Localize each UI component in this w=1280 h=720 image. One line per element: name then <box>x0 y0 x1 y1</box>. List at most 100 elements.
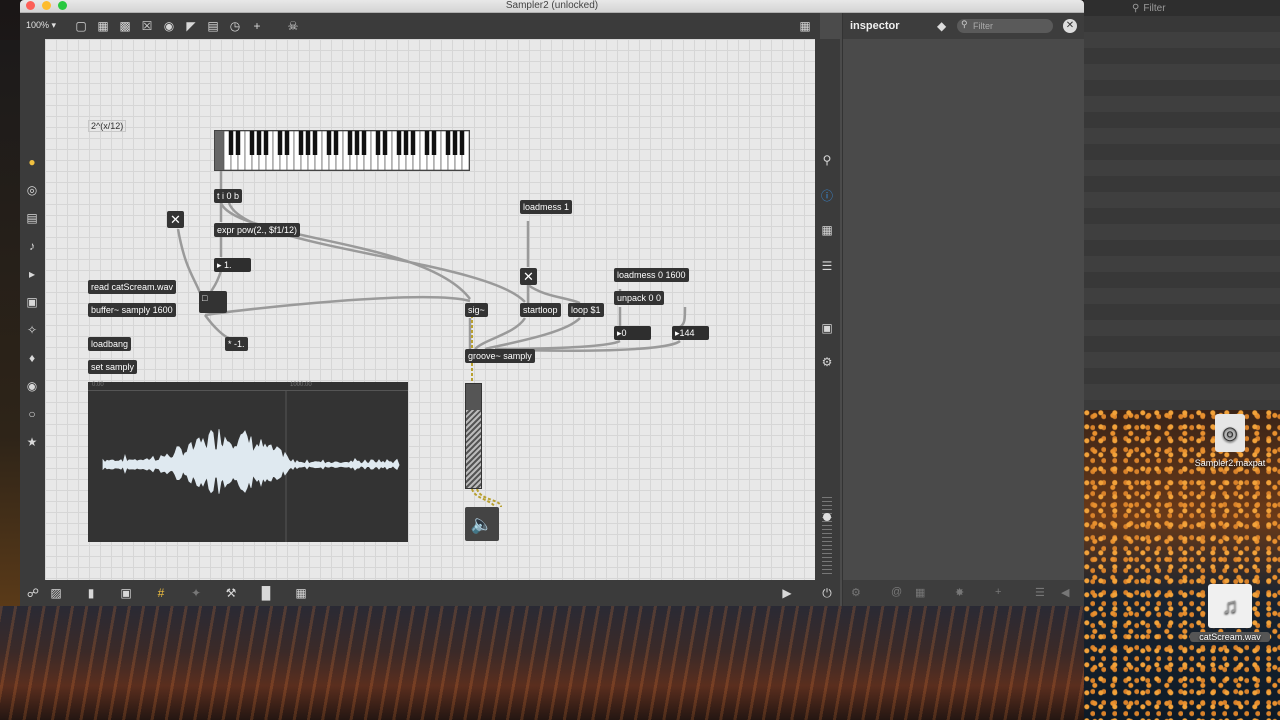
grid-toggle-icon[interactable]: # <box>154 586 168 600</box>
music-note-icon[interactable]: ♪ <box>25 239 39 253</box>
unpack-object[interactable]: unpack 0 0 <box>614 291 665 305</box>
black-key[interactable] <box>424 131 430 155</box>
star-icon[interactable]: ★ <box>25 435 39 449</box>
keyboard-icon[interactable]: █ <box>259 586 273 600</box>
comment-icon[interactable]: ▩ <box>118 19 132 33</box>
reference-icon[interactable]: ▦ <box>820 223 834 237</box>
black-key[interactable] <box>263 131 269 155</box>
presentation-icon[interactable]: ▨ <box>49 586 63 600</box>
snap-icon[interactable]: ✦ <box>189 586 203 600</box>
volume-knob[interactable] <box>823 513 831 521</box>
at-icon[interactable]: @ <box>891 586 902 598</box>
groove-object[interactable]: groove~ samply <box>465 349 535 363</box>
black-key[interactable] <box>284 131 290 155</box>
black-key[interactable] <box>431 131 437 155</box>
list-icon[interactable]: ☰ <box>820 259 834 273</box>
plugin-icon[interactable]: ○ <box>25 407 39 421</box>
lock-icon[interactable]: ☍ <box>26 586 40 600</box>
grid-icon[interactable]: ▦ <box>798 19 812 33</box>
new-object-icon[interactable]: ▢ <box>74 19 88 33</box>
attrui-icon[interactable]: ▦ <box>915 586 925 599</box>
close-icon[interactable]: ✕ <box>1063 19 1077 33</box>
layers-icon[interactable]: ▣ <box>119 586 133 600</box>
paperclip-icon[interactable]: ✧ <box>25 323 39 337</box>
buffer-object[interactable]: buffer~ samply 1600 <box>88 303 176 317</box>
read-message[interactable]: read catScream.wav <box>88 280 177 294</box>
black-key[interactable] <box>396 131 402 155</box>
loadbang-object[interactable]: loadbang <box>88 337 132 351</box>
vst-icon[interactable]: ◉ <box>25 379 39 393</box>
camera-icon[interactable]: ▣ <box>820 321 834 335</box>
speaker-dac-icon[interactable]: 🔈 <box>465 507 499 541</box>
sig-object[interactable]: sig~ <box>465 303 488 317</box>
gear-icon[interactable]: ✸ <box>955 586 964 599</box>
multiply-object[interactable]: * -1. <box>225 337 248 351</box>
patcher-canvas[interactable]: 2^(x/12) t i 0 b expr pow(2., $f1/12) ▸ … <box>45 39 815 580</box>
black-key[interactable] <box>347 131 353 155</box>
toggle-icon[interactable]: ☒ <box>140 19 154 33</box>
toggle-loop[interactable]: ✕ <box>520 268 537 285</box>
loop-message[interactable]: loop $1 <box>568 303 604 317</box>
exponent-comment[interactable]: 2^(x/12) <box>88 120 127 132</box>
black-key[interactable] <box>298 131 304 155</box>
toggle-left[interactable]: ✕ <box>167 211 184 228</box>
loop-start-number[interactable]: ▸0 <box>614 326 651 340</box>
desktop-file-catscream[interactable]: ♫ catScream.wav <box>1190 584 1270 642</box>
black-key[interactable] <box>459 131 465 155</box>
message-box-icon[interactable]: ▦ <box>96 19 110 33</box>
menu-icon[interactable]: ☰ <box>1035 586 1045 599</box>
black-key[interactable] <box>326 131 332 155</box>
puzzle-icon[interactable]: ♦ <box>25 351 39 365</box>
background-filter-bar[interactable]: ⚲ Filter <box>1084 0 1280 16</box>
volume-slider[interactable] <box>822 497 832 577</box>
add-icon[interactable]: + <box>995 586 1001 598</box>
startloop-message[interactable]: startloop <box>520 303 561 317</box>
pin-icon[interactable]: ◆ <box>937 19 946 33</box>
desktop-file-sampler2[interactable]: ◎ Sampler2.maxpat <box>1188 414 1272 468</box>
black-key[interactable] <box>277 131 283 155</box>
wrench-icon[interactable]: ⚒ <box>224 586 238 600</box>
image-icon[interactable]: ▣ <box>25 295 39 309</box>
black-key[interactable] <box>312 131 318 155</box>
black-key[interactable] <box>375 131 381 155</box>
media-icon[interactable]: ▤ <box>25 211 39 225</box>
set-message[interactable]: set samply <box>88 360 138 374</box>
zoom-level[interactable]: 100% ▾ <box>26 20 56 31</box>
button-icon[interactable]: ◉ <box>162 19 176 33</box>
transport-icon[interactable]: ▶ <box>780 586 794 600</box>
expr-object[interactable]: expr pow(2., $f1/12) <box>214 223 301 237</box>
black-key[interactable] <box>354 131 360 155</box>
float-number-box[interactable]: ▸ 1. <box>214 258 251 272</box>
paint-bucket-icon[interactable]: ☠ <box>286 19 300 33</box>
add-icon[interactable]: + <box>250 19 264 33</box>
black-key[interactable] <box>452 131 458 155</box>
black-key[interactable] <box>361 131 367 155</box>
debug-icon[interactable]: ▦ <box>294 586 308 600</box>
mixer-icon[interactable]: ⚙ <box>820 355 834 369</box>
number-icon[interactable]: ◤ <box>184 19 198 33</box>
black-key[interactable] <box>228 131 234 155</box>
black-key[interactable] <box>403 131 409 155</box>
black-key[interactable] <box>382 131 388 155</box>
inspector-filter-input[interactable]: Filter <box>957 19 1053 33</box>
black-key[interactable] <box>305 131 311 155</box>
search-icon[interactable]: ⚲ <box>820 153 834 167</box>
black-key[interactable] <box>333 131 339 155</box>
loadmess-range-object[interactable]: loadmess 0 1600 <box>614 268 689 282</box>
loadmess-1-object[interactable]: loadmess 1 <box>520 200 573 214</box>
black-key[interactable] <box>445 131 451 155</box>
sequencer-icon[interactable]: ▸ <box>25 267 39 281</box>
title-bar[interactable]: Sampler2 (unlocked) <box>20 0 1084 13</box>
waveform-display[interactable]: 0.00 1000.00 <box>88 382 408 542</box>
settings-icon[interactable]: ⚙ <box>851 586 861 599</box>
black-key[interactable] <box>235 131 241 155</box>
black-key[interactable] <box>256 131 262 155</box>
kslider-keyboard[interactable] <box>214 130 470 171</box>
waveform-toggle-box[interactable]: □ <box>199 291 227 313</box>
black-key[interactable] <box>249 131 255 155</box>
dial-icon[interactable]: ◷ <box>228 19 242 33</box>
info-icon[interactable]: ⓘ <box>820 189 834 203</box>
target-icon[interactable]: ◎ <box>25 183 39 197</box>
trigger-object[interactable]: t i 0 b <box>214 189 243 203</box>
loop-end-number[interactable]: ▸144 <box>672 326 709 340</box>
